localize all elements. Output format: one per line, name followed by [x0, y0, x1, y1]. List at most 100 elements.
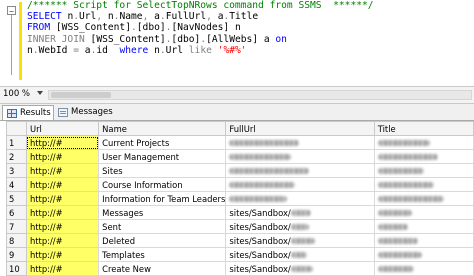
- cell-fullurl[interactable]: sites/Sandbox/: [225, 205, 375, 220]
- table-row[interactable]: 9 http://# Templates sites/Sandbox/: [6, 247, 474, 262]
- row-number[interactable]: 6: [6, 205, 27, 220]
- code-line[interactable]: FROM [WSS_Content].[dbo].[NavNodes] n: [27, 22, 374, 33]
- tab-results-label: Results: [20, 108, 51, 118]
- code-line[interactable]: SELECT n.Url, n.Name, a.FullUrl, a.Title: [27, 11, 374, 22]
- cell-title[interactable]: [373, 205, 474, 220]
- zoom-dropdown-arrow-icon[interactable]: [37, 91, 43, 95]
- horizontal-scrollbar[interactable]: [48, 90, 472, 100]
- cell-name[interactable]: Current Projects: [98, 135, 227, 150]
- code-line[interactable]: INNER JOIN [WSS_Content].[dbo].[AllWebs]…: [27, 34, 374, 45]
- cell-url[interactable]: http://#: [25, 261, 100, 276]
- cell-url[interactable]: http://#: [25, 163, 100, 178]
- row-number[interactable]: 5: [6, 191, 27, 206]
- cell-url[interactable]: http://#: [25, 219, 100, 234]
- code-token: Url: [165, 44, 189, 56]
- redacted-text: [377, 140, 430, 146]
- row-number[interactable]: 7: [6, 219, 27, 234]
- code-token: FROM: [27, 22, 56, 34]
- table-row[interactable]: 10 http://# Create New sites/Sandbox/: [6, 261, 474, 276]
- code-token: Title: [229, 11, 259, 23]
- redacted-text: [377, 196, 444, 202]
- cell-name[interactable]: User Management: [98, 149, 227, 164]
- cell-title[interactable]: [373, 135, 474, 150]
- cell-fullurl[interactable]: [225, 135, 375, 150]
- column-header-fullurl[interactable]: FullUrl: [225, 121, 375, 136]
- code-line[interactable]: /****** Script for SelectTopNRows comman…: [27, 0, 374, 11]
- table-row[interactable]: 6 http://# Messages sites/Sandbox/: [6, 205, 474, 220]
- cell-title[interactable]: [373, 219, 474, 234]
- fullurl-prefix: sites/Sandbox/: [229, 235, 291, 246]
- cell-name[interactable]: Deleted: [98, 233, 227, 248]
- row-number[interactable]: 10: [6, 261, 27, 276]
- row-number[interactable]: 4: [6, 177, 27, 192]
- cell-name[interactable]: Information for Team Leaders: [98, 191, 227, 206]
- cell-name[interactable]: Messages: [98, 205, 227, 220]
- table-row[interactable]: 5 http://# Information for Team Leaders: [6, 191, 474, 206]
- code-token: WebId: [38, 44, 74, 56]
- query-text[interactable]: /****** Script for SelectTopNRows comman…: [27, 0, 374, 56]
- cell-title[interactable]: [373, 163, 474, 178]
- table-row[interactable]: 4 http://# Course Information: [6, 177, 474, 192]
- redacted-text: [290, 224, 309, 230]
- zoom-level[interactable]: 100 %: [3, 89, 30, 100]
- cell-name[interactable]: Create New: [98, 261, 227, 276]
- cell-url[interactable]: http://#: [25, 135, 100, 150]
- code-token: =: [73, 44, 85, 56]
- cell-fullurl[interactable]: sites/Sandbox/: [225, 233, 375, 248]
- column-header-url[interactable]: Url: [25, 121, 100, 136]
- cell-title[interactable]: [373, 247, 474, 262]
- cell-title[interactable]: [373, 149, 474, 164]
- table-row[interactable]: 7 http://# Sent sites/Sandbox/: [6, 219, 474, 234]
- cell-title[interactable]: [373, 261, 474, 276]
- table-row[interactable]: 3 http://# Sites: [6, 163, 474, 178]
- select-all-corner[interactable]: [6, 121, 27, 136]
- row-number[interactable]: 1: [6, 135, 27, 150]
- cell-title[interactable]: [373, 233, 474, 248]
- column-header-name[interactable]: Name: [98, 121, 227, 136]
- collapse-icon[interactable]: −: [7, 6, 16, 16]
- row-number[interactable]: 2: [6, 149, 27, 164]
- code-token: n: [229, 22, 241, 34]
- cell-fullurl[interactable]: [225, 177, 375, 192]
- cell-name[interactable]: Course Information: [98, 177, 227, 192]
- cell-fullurl[interactable]: [225, 163, 375, 178]
- tab-results[interactable]: Results: [2, 105, 54, 120]
- code-token: where: [119, 44, 155, 56]
- cell-url[interactable]: http://#: [25, 177, 100, 192]
- cell-url[interactable]: http://#: [25, 149, 100, 164]
- row-number[interactable]: 9: [6, 247, 27, 262]
- cell-url[interactable]: http://#: [25, 233, 100, 248]
- cell-fullurl[interactable]: sites/Sandbox/: [225, 219, 375, 234]
- query-editor[interactable]: − /****** Script for SelectTopNRows comm…: [0, 0, 474, 86]
- cell-fullurl[interactable]: sites/Sandbox/: [225, 247, 375, 262]
- cell-url[interactable]: http://#: [25, 247, 100, 262]
- scrollbar-thumb[interactable]: [51, 92, 111, 98]
- redacted-text: [290, 266, 313, 272]
- cell-title[interactable]: [373, 191, 474, 206]
- row-number[interactable]: 8: [6, 233, 27, 248]
- table-row[interactable]: 1 http://# Current Projects: [6, 135, 474, 150]
- redacted-text: [377, 252, 422, 258]
- redacted-text: [377, 168, 424, 174]
- code-token: SELECT: [27, 11, 68, 23]
- cell-name[interactable]: Sites: [98, 163, 227, 178]
- cell-fullurl[interactable]: [225, 191, 375, 206]
- code-token: [WSS_Content]: [90, 33, 166, 45]
- cell-name[interactable]: Sent: [98, 219, 227, 234]
- cell-url[interactable]: http://#: [25, 205, 100, 220]
- table-row[interactable]: 2 http://# User Management: [6, 149, 474, 164]
- cell-name[interactable]: Templates: [98, 247, 227, 262]
- code-line[interactable]: n.WebId = a.id where n.Url like '%#%': [27, 45, 374, 56]
- redacted-text: [229, 182, 296, 188]
- cell-fullurl[interactable]: [225, 149, 375, 164]
- column-header-title[interactable]: Title: [373, 121, 474, 136]
- code-token: a: [258, 33, 276, 45]
- results-grid[interactable]: Url Name FullUrl Title 1 http://# Current …: [0, 121, 474, 276]
- tab-messages[interactable]: Messages: [54, 105, 113, 120]
- row-number[interactable]: 3: [6, 163, 27, 178]
- table-row[interactable]: 8 http://# Deleted sites/Sandbox/: [6, 233, 474, 248]
- redacted-text: [229, 140, 300, 146]
- cell-fullurl[interactable]: sites/Sandbox/: [225, 261, 375, 276]
- cell-title[interactable]: [373, 177, 474, 192]
- cell-url[interactable]: http://#: [25, 191, 100, 206]
